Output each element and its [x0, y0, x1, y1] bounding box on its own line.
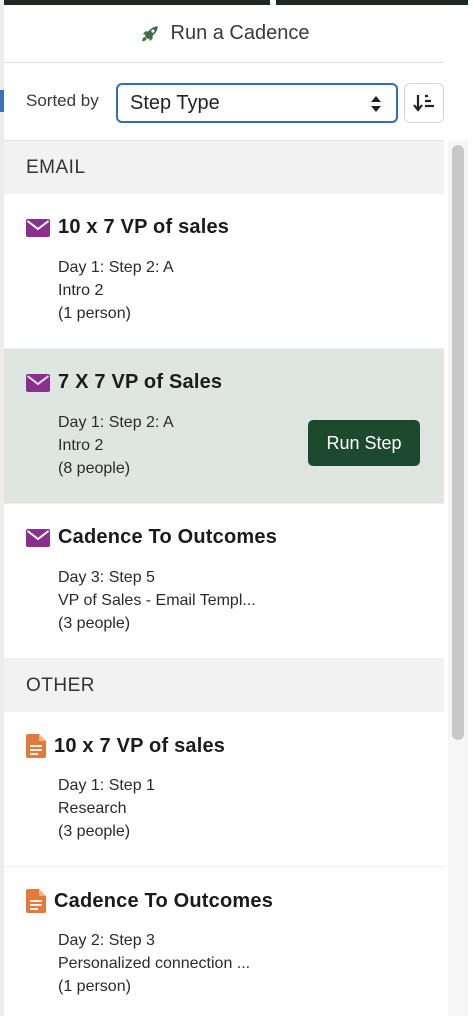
sort-bar: Sorted by Step Type	[4, 63, 444, 141]
run-step-button[interactable]: Run Step	[308, 420, 420, 466]
list-scrollbar[interactable]	[448, 141, 468, 1016]
item-title-rest: VP of sales	[114, 216, 230, 238]
section-header-other: OTHER	[4, 659, 444, 712]
item-details: Day 1: Step 1 Research (3 people)	[58, 774, 155, 843]
item-count: (8 people)	[58, 460, 131, 477]
item-step: Day 3: Step 5	[58, 569, 155, 586]
mail-icon	[26, 218, 50, 237]
item-title-number: 10 x 7	[58, 216, 115, 238]
list-item[interactable]: Cadence To Outcomes Day 3: Step 5 VP of …	[4, 504, 444, 659]
list-item[interactable]: Cadence To Outcomes Day 2: Step 3 Person…	[4, 867, 444, 1016]
item-title: Cadence To Outcomes	[58, 526, 277, 549]
item-head: 7 X 7 VP of Sales	[26, 371, 222, 394]
item-head: 10 x 7 VP of sales	[26, 216, 229, 239]
document-icon	[26, 734, 46, 758]
item-head: Cadence To Outcomes	[26, 889, 273, 913]
page-title: Run a Cadence	[170, 22, 310, 44]
item-head: Cadence To Outcomes	[26, 526, 277, 549]
select-arrows-icon	[371, 96, 381, 112]
scrollbar-thumb[interactable]	[452, 145, 464, 740]
sort-direction-button[interactable]	[404, 83, 444, 123]
item-count: (3 people)	[58, 823, 131, 840]
document-icon	[26, 889, 46, 913]
item-template: Intro 2	[58, 437, 104, 454]
step-list: EMAIL 10 x 7 VP of sales Day 1: Step 2: …	[4, 141, 444, 1016]
item-details: Day 1: Step 2: A Intro 2 (1 person)	[58, 256, 174, 325]
sort-select[interactable]: Step Type	[116, 83, 398, 123]
item-count: (3 people)	[58, 615, 131, 632]
item-title: 7 X 7 VP of Sales	[58, 371, 222, 394]
item-title-rest: Cadence To Outcomes	[58, 526, 278, 548]
rocket-icon	[141, 25, 158, 41]
sort-descending-icon	[413, 94, 434, 112]
item-title-rest: VP of sales	[110, 734, 226, 757]
item-template: VP of Sales - Email Templ...	[58, 592, 256, 609]
item-title: 10 x 7 VP of sales	[54, 735, 225, 758]
item-template: Personalized connection ...	[58, 955, 251, 972]
panel-header: Run a Cadence	[4, 5, 444, 63]
item-count: (1 person)	[58, 978, 131, 995]
item-title-number: 10 x 7	[54, 734, 111, 757]
right-edge	[468, 0, 474, 1016]
section-header-email: EMAIL	[4, 141, 444, 194]
item-details: Day 2: Step 3 Personalized connection ..…	[58, 929, 250, 998]
list-item[interactable]: 10 x 7 VP of sales Day 1: Step 2: A Intr…	[4, 194, 444, 349]
sort-select-value: Step Type	[130, 91, 220, 114]
item-template: Research	[58, 800, 127, 817]
item-details: Day 1: Step 2: A Intro 2 (8 people)	[58, 411, 174, 480]
item-details: Day 3: Step 5 VP of Sales - Email Templ.…	[58, 566, 256, 635]
item-title: Cadence To Outcomes	[54, 890, 273, 913]
item-step: Day 2: Step 3	[58, 932, 155, 949]
item-step: Day 1: Step 1	[58, 777, 155, 794]
mail-icon	[26, 528, 50, 547]
list-item-selected[interactable]: 7 X 7 VP of Sales Day 1: Step 2: A Intro…	[4, 349, 444, 504]
item-count: (1 person)	[58, 305, 131, 322]
item-title-rest: VP of Sales	[105, 371, 223, 393]
item-step: Day 1: Step 2: A	[58, 414, 174, 431]
item-title-rest: Cadence To Outcomes	[54, 889, 274, 912]
item-title: 10 x 7 VP of sales	[58, 216, 229, 239]
mail-icon	[26, 373, 50, 392]
item-head: 10 x 7 VP of sales	[26, 734, 225, 758]
item-step: Day 1: Step 2: A	[58, 259, 174, 276]
header-title-wrap: Run a Cadence	[139, 22, 310, 45]
list-item[interactable]: 10 x 7 VP of sales Day 1: Step 1 Researc…	[4, 712, 444, 867]
sort-label: Sorted by	[26, 91, 99, 110]
item-title-number: 7 X 7	[58, 371, 106, 393]
item-template: Intro 2	[58, 282, 104, 299]
